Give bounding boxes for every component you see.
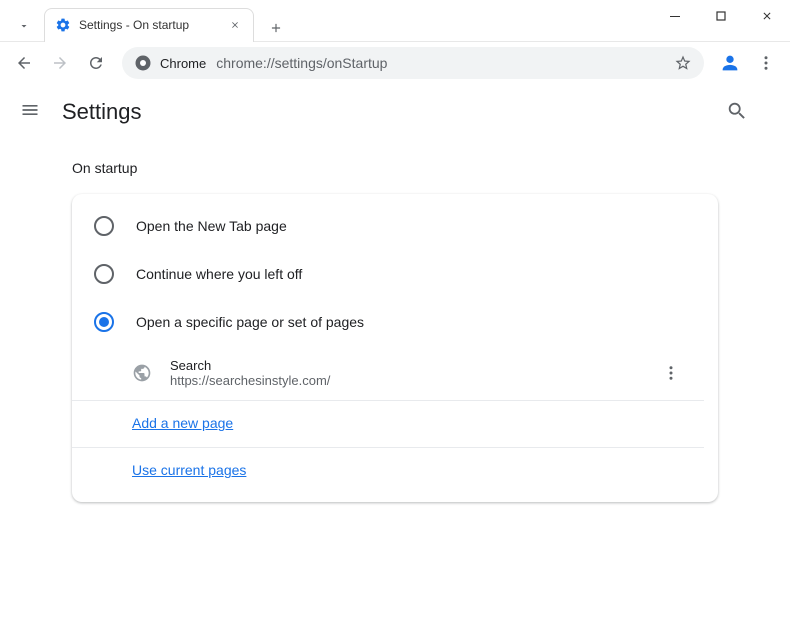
- active-tab[interactable]: Settings - On startup: [44, 8, 254, 42]
- back-button[interactable]: [8, 47, 40, 79]
- more-vert-icon: [757, 54, 775, 72]
- more-vert-icon: [662, 364, 680, 382]
- radio-icon: [94, 216, 114, 236]
- minimize-button[interactable]: [652, 0, 698, 32]
- omnibox-chip: Chrome: [160, 56, 206, 71]
- settings-header: Settings: [0, 84, 790, 140]
- hamburger-icon: [20, 100, 40, 120]
- maximize-icon: [715, 10, 727, 22]
- page-url: https://searchesinstyle.com/: [170, 373, 662, 388]
- profile-button[interactable]: [714, 47, 746, 79]
- option-label: Continue where you left off: [136, 266, 302, 282]
- option-label: Open a specific page or set of pages: [136, 314, 364, 330]
- page-body: On startup Open the New Tab page Continu…: [0, 140, 790, 522]
- search-icon: [726, 100, 748, 122]
- startup-page-entry: Search https://searchesinstyle.com/: [72, 346, 704, 401]
- toolbar: Chrome chrome://settings/onStartup: [0, 42, 790, 84]
- forward-button[interactable]: [44, 47, 76, 79]
- option-new-tab[interactable]: Open the New Tab page: [72, 202, 718, 250]
- bookmark-star-icon[interactable]: [674, 54, 692, 72]
- hamburger-menu-button[interactable]: [20, 100, 44, 124]
- new-tab-button[interactable]: [262, 14, 290, 42]
- close-icon: [230, 20, 240, 30]
- radio-icon-selected: [94, 312, 114, 332]
- plus-icon: [269, 21, 283, 35]
- add-new-page-link: Add a new page: [132, 415, 233, 431]
- page-title: Settings: [62, 99, 726, 125]
- address-bar[interactable]: Chrome chrome://settings/onStartup: [122, 47, 704, 79]
- menu-button[interactable]: [750, 47, 782, 79]
- omnibox-url: chrome://settings/onStartup: [216, 55, 674, 71]
- chevron-down-icon: [18, 20, 30, 32]
- tab-title: Settings - On startup: [79, 18, 227, 32]
- page-name: Search: [170, 358, 662, 373]
- person-icon: [719, 52, 741, 74]
- option-specific-pages[interactable]: Open a specific page or set of pages: [72, 298, 718, 346]
- close-icon: [761, 10, 773, 22]
- arrow-left-icon: [15, 54, 33, 72]
- option-label: Open the New Tab page: [136, 218, 287, 234]
- minimize-icon: [669, 10, 681, 22]
- close-window-button[interactable]: [744, 0, 790, 32]
- section-title: On startup: [72, 160, 718, 176]
- page-more-button[interactable]: [662, 364, 682, 382]
- maximize-button[interactable]: [698, 0, 744, 32]
- titlebar: Settings - On startup: [0, 0, 790, 42]
- search-settings-button[interactable]: [726, 100, 750, 124]
- radio-icon: [94, 264, 114, 284]
- arrow-right-icon: [51, 54, 69, 72]
- reload-button[interactable]: [80, 47, 112, 79]
- reload-icon: [87, 54, 105, 72]
- tab-close-button[interactable]: [227, 17, 243, 33]
- tab-search-dropdown[interactable]: [8, 10, 40, 42]
- page-info: Search https://searchesinstyle.com/: [170, 358, 662, 388]
- settings-page: Settings On startup Open the New Tab pag…: [0, 84, 790, 641]
- startup-card: Open the New Tab page Continue where you…: [72, 194, 718, 502]
- tab-strip: Settings - On startup: [0, 0, 290, 42]
- add-new-page-row[interactable]: Add a new page: [72, 401, 704, 448]
- globe-icon: [132, 363, 152, 383]
- gear-icon: [55, 17, 71, 33]
- option-continue[interactable]: Continue where you left off: [72, 250, 718, 298]
- use-current-pages-link: Use current pages: [132, 462, 246, 478]
- window-controls: [652, 0, 790, 42]
- use-current-pages-row[interactable]: Use current pages: [72, 448, 704, 494]
- chrome-logo-icon: [134, 54, 152, 72]
